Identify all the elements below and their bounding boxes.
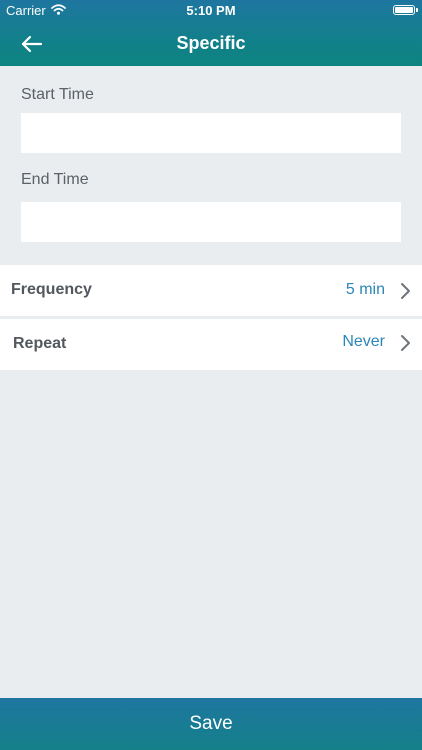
start-time-label: Start Time: [21, 86, 94, 103]
frequency-label: Frequency: [11, 281, 92, 298]
frequency-value: 5 min: [345, 281, 385, 298]
chevron-right-icon: [398, 334, 412, 352]
end-time-label: End Time: [21, 171, 89, 188]
page-title: Specific: [176, 33, 246, 53]
chevron-right-icon: [398, 282, 412, 300]
battery-level: [395, 7, 413, 13]
battery-icon: [393, 5, 418, 15]
navigation-bar: Specific: [0, 22, 422, 66]
save-button[interactable]: Save: [0, 698, 422, 750]
status-bar: Carrier 5:10 PM: [0, 0, 422, 22]
start-time-input[interactable]: [21, 113, 401, 153]
end-time-input[interactable]: [21, 202, 401, 242]
frequency-row[interactable]: Frequency 5 min: [0, 265, 422, 316]
repeat-value: Never: [342, 333, 385, 350]
app-header: Carrier 5:10 PM Specific: [0, 0, 422, 66]
status-time: 5:10 PM: [186, 3, 236, 18]
repeat-row[interactable]: Repeat Never: [0, 319, 422, 370]
repeat-label: Repeat: [13, 335, 67, 352]
